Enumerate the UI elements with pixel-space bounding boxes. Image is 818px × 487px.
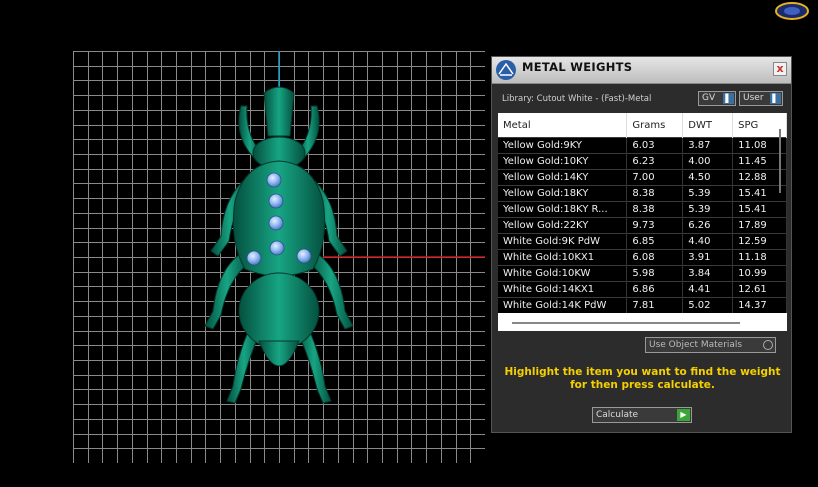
- cell-dwt: 5.39: [682, 201, 734, 218]
- cell-grams: 7.81: [626, 297, 684, 313]
- cell-dwt: 4.50: [682, 169, 734, 186]
- table-row[interactable]: White Gold:10KW 5.98 3.84 10.99: [498, 265, 787, 282]
- user-label: User: [743, 93, 764, 103]
- cell-spg: 15.41: [732, 201, 787, 218]
- cell-spg: 12.59: [732, 233, 787, 250]
- cell-metal: Yellow Gold:9KY: [498, 137, 628, 154]
- cell-dwt: 6.26: [682, 217, 734, 234]
- cell-metal: White Gold:14KX1: [498, 281, 628, 298]
- cell-dwt: 5.39: [682, 185, 734, 202]
- cell-grams: 6.85: [626, 233, 684, 250]
- cell-metal: White Gold:9K PdW: [498, 233, 628, 250]
- cell-dwt: 3.87: [682, 137, 734, 154]
- table-row[interactable]: Yellow Gold:10KY 6.23 4.00 11.45: [498, 153, 787, 170]
- cell-dwt: 4.00: [682, 153, 734, 170]
- column-header-dwt[interactable]: DWT: [682, 113, 734, 138]
- cell-grams: 9.73: [626, 217, 684, 234]
- cell-dwt: 5.02: [682, 297, 734, 313]
- cell-dwt: 4.40: [682, 233, 734, 250]
- calculate-button[interactable]: Calculate ▶: [592, 407, 692, 423]
- radio-circle-icon: [763, 340, 773, 350]
- 3d-viewport[interactable]: [73, 51, 485, 463]
- cell-metal: Yellow Gold:10KY: [498, 153, 628, 170]
- user-dropdown[interactable]: User ▌: [739, 91, 783, 106]
- metal-table[interactable]: Metal Grams DWT SPG Yellow Gold:9KY 6.03 3…: [498, 113, 787, 331]
- table-row[interactable]: White Gold:9K PdW 6.85 4.40 12.59: [498, 233, 787, 250]
- viewport-canvas[interactable]: [73, 51, 485, 463]
- cell-grams: 7.00: [626, 169, 684, 186]
- cell-spg: 10.99: [732, 265, 787, 282]
- metal-weights-panel: METAL WEIGHTS x Library: Cutout White - …: [491, 56, 792, 433]
- cell-metal: Yellow Gold:18KY R...: [498, 201, 628, 218]
- dropdown-arrow-icon: ▌: [770, 93, 781, 104]
- close-button[interactable]: x: [773, 62, 787, 76]
- cell-grams: 8.38: [626, 201, 684, 218]
- cell-metal: White Gold:14K PdW: [498, 297, 628, 313]
- cell-metal: Yellow Gold:22KY: [498, 217, 628, 234]
- metal-weights-table: Metal Grams DWT SPG Yellow Gold:9KY 6.03 3…: [498, 113, 787, 313]
- table-row[interactable]: White Gold:14KX1 6.86 4.41 12.61: [498, 281, 787, 298]
- calculate-label: Calculate: [596, 410, 639, 420]
- cell-grams: 6.23: [626, 153, 684, 170]
- app-logo-icon: [774, 1, 810, 21]
- table-row[interactable]: White Gold:10KX1 6.08 3.91 11.18: [498, 249, 787, 266]
- gv-dropdown[interactable]: GV ▌: [698, 91, 736, 106]
- cell-grams: 6.08: [626, 249, 684, 266]
- cell-metal: White Gold:10KX1: [498, 249, 628, 266]
- panel-title: METAL WEIGHTS: [522, 60, 633, 74]
- vertical-scrollbar[interactable]: [779, 129, 781, 193]
- use-object-materials-toggle[interactable]: Use Object Materials: [645, 337, 776, 353]
- table-row[interactable]: Yellow Gold:18KY 8.38 5.39 15.41: [498, 185, 787, 202]
- table-row[interactable]: Yellow Gold:9KY 6.03 3.87 11.08: [498, 137, 787, 154]
- use-object-materials-label: Use Object Materials: [649, 340, 743, 350]
- table-row[interactable]: Yellow Gold:22KY 9.73 6.26 17.89: [498, 217, 787, 234]
- table-row[interactable]: Yellow Gold:18KY R... 8.38 5.39 15.41: [498, 201, 787, 218]
- table-header-row: Metal Grams DWT SPG: [498, 113, 787, 138]
- cell-spg: 12.61: [732, 281, 787, 298]
- cell-grams: 6.03: [626, 137, 684, 154]
- instruction-line-1: Highlight the item you want to find the …: [504, 366, 781, 378]
- horizontal-scrollbar[interactable]: [512, 322, 740, 324]
- library-label: Library: Cutout White - (Fast)-Metal: [502, 94, 652, 104]
- scale-icon: [495, 59, 517, 81]
- cell-dwt: 3.84: [682, 265, 734, 282]
- column-header-grams[interactable]: Grams: [626, 113, 684, 138]
- play-arrow-icon: ▶: [677, 409, 690, 421]
- cell-grams: 6.86: [626, 281, 684, 298]
- table-row[interactable]: White Gold:14K PdW 7.81 5.02 14.37: [498, 297, 787, 313]
- cell-metal: Yellow Gold:14KY: [498, 169, 628, 186]
- cell-grams: 5.98: [626, 265, 684, 282]
- instruction-text: Highlight the item you want to find the …: [502, 366, 783, 392]
- gv-label: GV: [702, 93, 716, 103]
- panel-titlebar[interactable]: METAL WEIGHTS x: [492, 57, 791, 84]
- cell-metal: White Gold:10KW: [498, 265, 628, 282]
- table-row[interactable]: Yellow Gold:14KY 7.00 4.50 12.88: [498, 169, 787, 186]
- cell-grams: 8.38: [626, 185, 684, 202]
- cell-spg: 17.89: [732, 217, 787, 234]
- cell-spg: 14.37: [732, 297, 787, 313]
- instruction-line-2: for then press calculate.: [570, 379, 715, 391]
- cell-spg: 11.18: [732, 249, 787, 266]
- cell-dwt: 3.91: [682, 249, 734, 266]
- column-header-metal[interactable]: Metal: [498, 113, 628, 138]
- cell-dwt: 4.41: [682, 281, 734, 298]
- dropdown-arrow-icon: ▌: [723, 93, 734, 104]
- cell-metal: Yellow Gold:18KY: [498, 185, 628, 202]
